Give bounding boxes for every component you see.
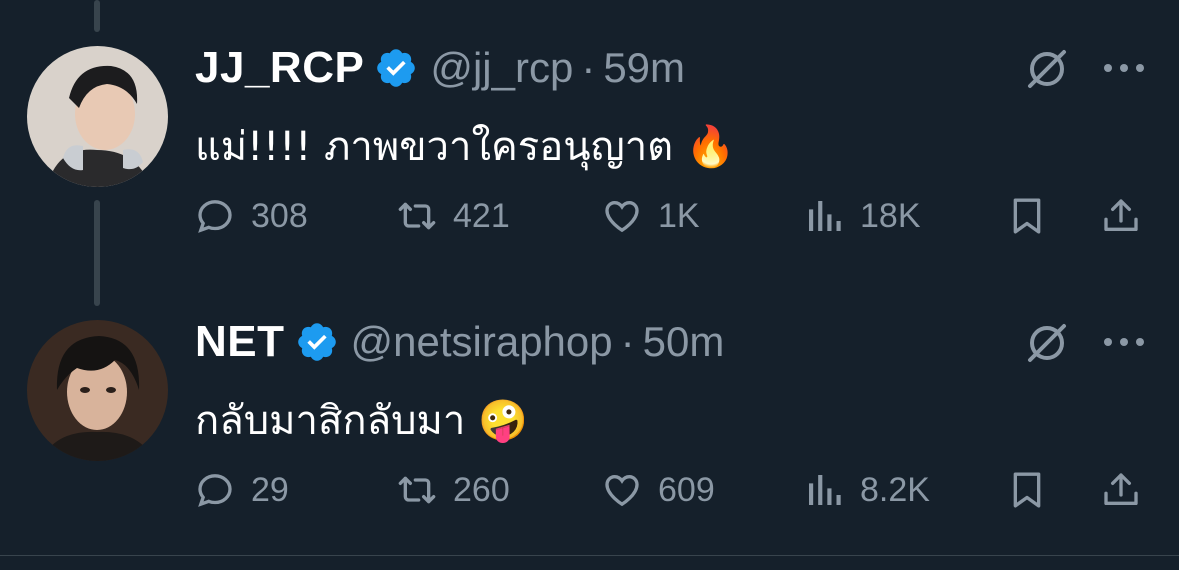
zany-face-emoji: 🤪 (478, 398, 528, 444)
reply-button[interactable]: 308 (195, 188, 308, 244)
like-icon (605, 200, 639, 233)
more-icon[interactable] (1100, 332, 1148, 352)
handle[interactable]: @jj_rcp (430, 44, 573, 92)
repost-button[interactable]: 421 (397, 188, 510, 244)
bookmark-icon (1013, 472, 1041, 508)
fire-emoji: 🔥 (685, 124, 736, 170)
share-icon (1104, 199, 1138, 231)
grok-icon[interactable] (1024, 46, 1070, 92)
separator-dot: · (620, 318, 635, 365)
share-button[interactable] (1101, 462, 1141, 518)
repost-count: 260 (453, 470, 510, 509)
action-bar: 29 260 609 8.2K (0, 462, 1179, 518)
display-name[interactable]: JJ_RCP (195, 43, 364, 93)
reply-count: 29 (251, 470, 289, 509)
repost-count: 421 (453, 196, 510, 235)
views-icon (809, 201, 841, 231)
like-count: 1K (658, 196, 700, 235)
views-count: 8.2K (860, 470, 930, 509)
verified-badge-icon (377, 49, 416, 87)
share-button[interactable] (1101, 188, 1141, 244)
bookmark-button[interactable] (1007, 188, 1047, 244)
tweet-text-content: แม่!!!! ภาพขวาใครอนุญาต (195, 124, 674, 170)
divider (0, 555, 1179, 556)
bookmark-icon (1013, 198, 1041, 234)
tweet[interactable]: NET @netsiraphop · 50m กลับมาสิกลับมา 🤪 … (0, 300, 1179, 570)
bookmark-button[interactable] (1007, 462, 1047, 518)
repost-icon (398, 202, 436, 230)
more-icon[interactable] (1100, 58, 1148, 78)
repost-icon (398, 476, 436, 504)
repost-button[interactable]: 260 (397, 462, 510, 518)
avatar[interactable] (27, 46, 168, 187)
action-bar: 308 421 1K 18K (0, 188, 1179, 244)
reply-icon (198, 200, 232, 233)
tweet[interactable]: JJ_RCP @jj_rcp · 59m แม่!!!! ภาพขวาใครอน… (0, 0, 1179, 270)
share-icon (1104, 473, 1138, 505)
views-button[interactable]: 8.2K (804, 462, 930, 518)
like-button[interactable]: 609 (602, 462, 715, 518)
tweet-text: แม่!!!! ภาพขวาใครอนุญาต 🔥 (195, 114, 736, 178)
tweet-header: NET @netsiraphop · 50m (195, 312, 724, 372)
like-icon (605, 474, 639, 507)
like-button[interactable]: 1K (602, 188, 700, 244)
reply-button[interactable]: 29 (195, 462, 289, 518)
grok-icon[interactable] (1024, 320, 1070, 366)
views-icon (809, 475, 841, 505)
timestamp[interactable]: 59m (603, 44, 685, 92)
views-count: 18K (860, 196, 921, 235)
handle[interactable]: @netsiraphop (351, 318, 613, 366)
like-count: 609 (658, 470, 715, 509)
avatar[interactable] (27, 320, 168, 461)
separator-dot: · (581, 44, 596, 91)
reply-icon (198, 474, 232, 507)
tweet-text-content: กลับมาสิกลับมา (195, 398, 466, 444)
verified-badge-icon (297, 323, 336, 361)
tweet-text: กลับมาสิกลับมา 🤪 (195, 388, 528, 452)
tweet-header: JJ_RCP @jj_rcp · 59m (195, 38, 685, 98)
timestamp[interactable]: 50m (643, 318, 725, 366)
display-name[interactable]: NET (195, 317, 285, 367)
reply-count: 308 (251, 196, 308, 235)
views-button[interactable]: 18K (804, 188, 921, 244)
